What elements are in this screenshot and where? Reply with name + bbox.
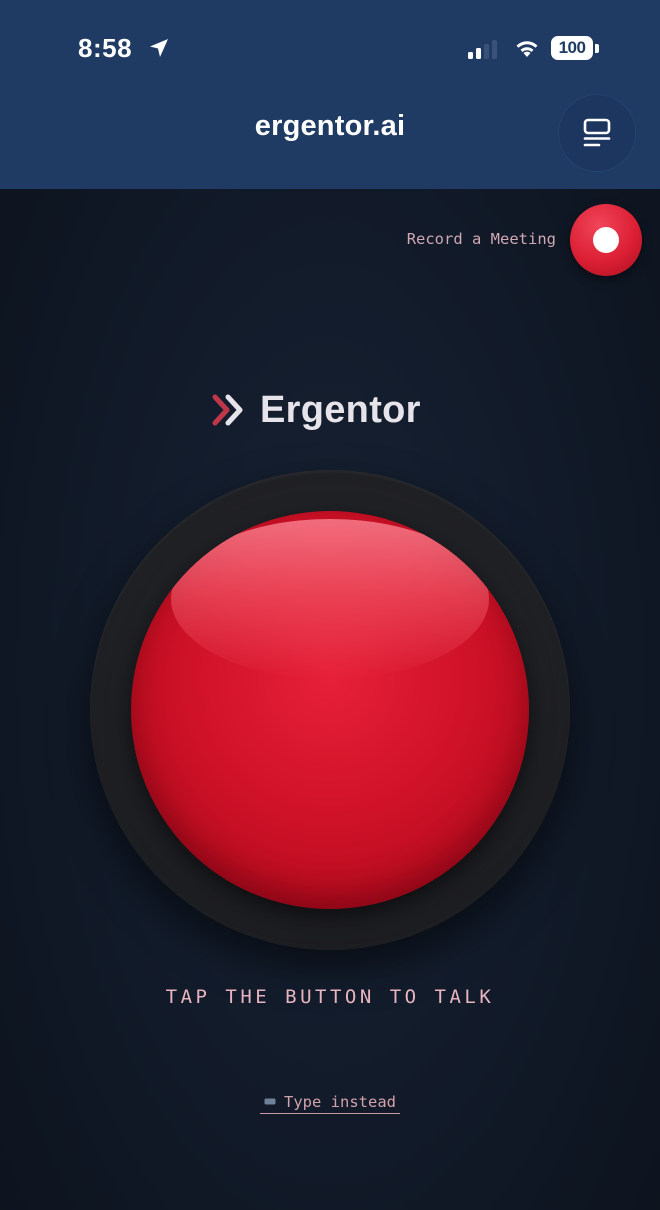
double-chevron-right-icon [212,394,243,426]
header-bar: 8:58 100 ergentor.ai [0,0,660,189]
brand-name: Ergentor [260,388,421,431]
record-meeting-label[interactable]: Record a Meeting [360,230,556,248]
brand-logo: Ergentor [210,385,421,435]
talk-button-highlight [171,519,489,679]
status-bar: 8:58 100 [0,0,660,96]
location-arrow-icon [150,39,168,57]
tap-instruction: TAP THE BUTTON TO TALK [165,986,495,1008]
menu-button[interactable] [558,94,636,172]
menu-list-icon [583,118,611,147]
type-instead-label: Type instead [284,1092,396,1111]
battery-indicator: 100 [551,36,593,60]
type-instead-link[interactable]: Type instead [260,1090,400,1114]
keyboard-icon [264,1098,276,1105]
battery-tip [595,44,599,53]
app-screen: 8:58 100 ergentor.ai Record a Meeting Er… [0,0,660,1210]
status-time: 8:58 [78,33,133,63]
record-icon [593,227,619,253]
cellular-signal-icon [468,40,497,59]
battery-level: 100 [558,38,586,57]
talk-button[interactable] [131,511,529,909]
record-meeting-button[interactable] [570,204,642,276]
wifi-icon [516,41,538,57]
